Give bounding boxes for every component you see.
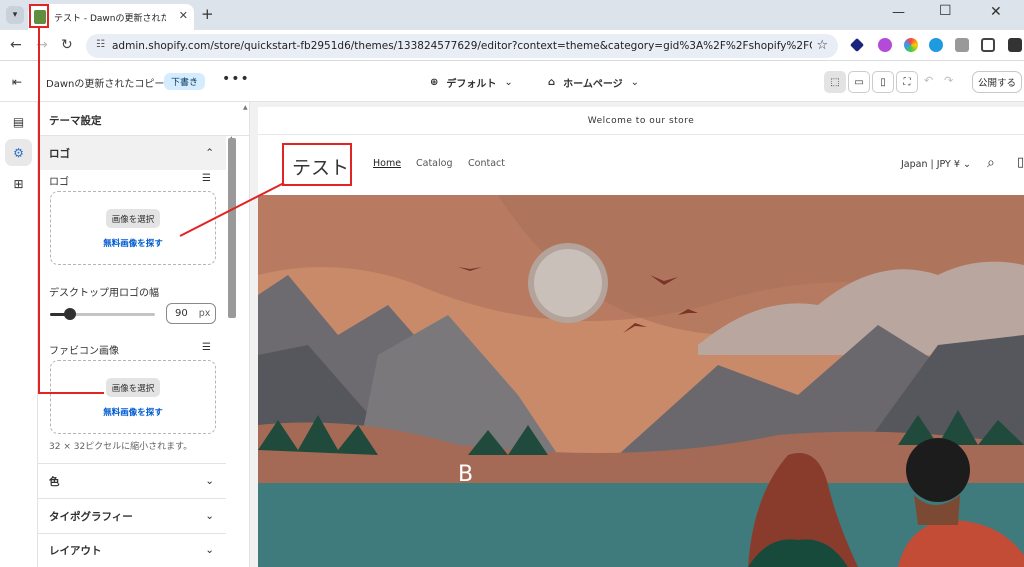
annotation-arrow-line [179, 182, 285, 237]
annotation-overlay [179, 182, 285, 237]
